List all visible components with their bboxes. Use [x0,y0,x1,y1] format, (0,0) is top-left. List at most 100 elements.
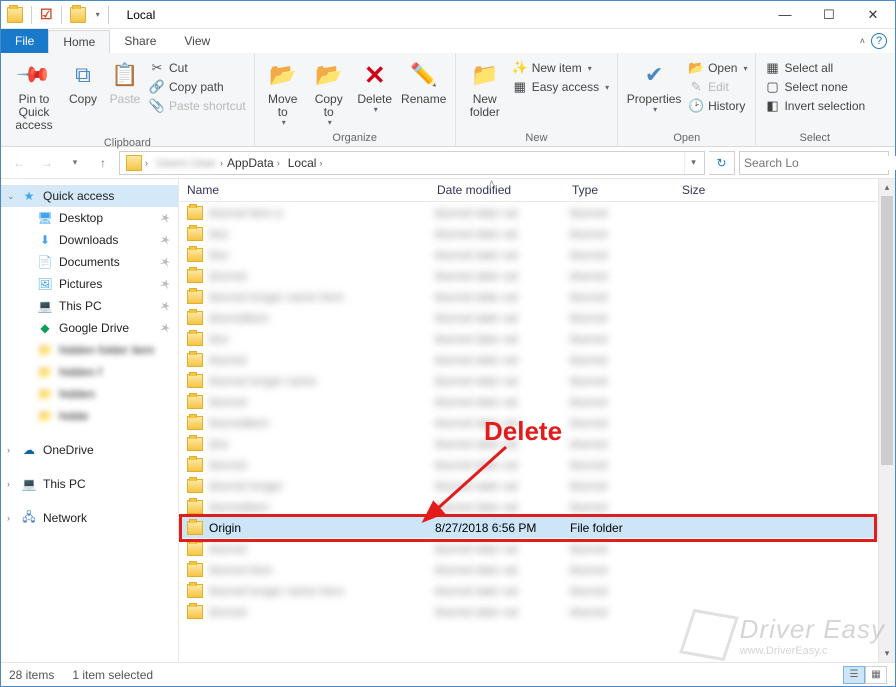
vertical-scrollbar[interactable]: ▴ ▾ [878,179,895,662]
scrollbar-thumb[interactable] [881,196,893,465]
paste-button[interactable]: 📋 Paste [105,57,145,108]
qat-properties-icon[interactable]: ☑ [40,6,53,23]
col-type[interactable]: Type [564,183,674,197]
file-row[interactable]: blurblurred date valblurred [179,223,895,244]
pictures-icon: 🖼 [37,276,53,292]
select-all-button[interactable]: ▦Select all [762,59,867,77]
file-row[interactable]: blurred itemblurred date valblurred [179,559,895,580]
col-date[interactable]: Date modified [429,183,564,197]
history-button[interactable]: 🕑History [686,97,749,115]
delete-button[interactable]: ✕Delete▾ [353,57,397,117]
tab-file[interactable]: File [1,29,48,53]
nav-onedrive[interactable]: ›☁OneDrive [1,439,178,461]
folder-icon [187,479,203,493]
file-row[interactable]: blurred longerblurred date valblurred [179,475,895,496]
column-headers[interactable]: Name ˄ Date modified Type Size [179,179,895,202]
file-row[interactable]: blurredblurred date valblurred [179,601,895,622]
file-row[interactable]: blurredblurred date valblurred [179,538,895,559]
details-view-button[interactable]: ☰ [843,666,865,684]
maximize-button[interactable]: ☐ [807,1,851,29]
edit-button[interactable]: ✎Edit [686,78,749,96]
file-row[interactable]: blurredblurred date valblurred [179,391,895,412]
nav-desktop[interactable]: 🖥Desktop [1,207,178,229]
nav-hidden-1[interactable]: 📁hidden folder item [1,339,178,361]
back-button[interactable]: ← [7,151,31,175]
recent-locations-button[interactable]: ▾ [63,151,87,175]
edit-icon: ✎ [688,79,704,95]
copy-button[interactable]: ⧉ Copy [63,57,103,108]
nav-google-drive[interactable]: ◆Google Drive [1,317,178,339]
new-folder-button[interactable]: 📁New folder [462,57,508,121]
nav-pictures[interactable]: 🖼Pictures [1,273,178,295]
breadcrumb-appdata[interactable]: AppData› [223,156,284,170]
minimize-button[interactable]: — [763,1,807,29]
folder-icon [187,227,203,241]
new-item-button[interactable]: ✨New item▾ [510,59,611,77]
file-row[interactable]: blurreditemblurred date valblurred [179,307,895,328]
nav-hidden-2[interactable]: 📁hidden f [1,361,178,383]
properties-button[interactable]: ✔Properties▾ [624,57,684,117]
move-to-button[interactable]: 📂Move to▾ [261,57,305,130]
nav-hidden-3[interactable]: 📁hidden [1,383,178,405]
copy-path-button[interactable]: 🔗Copy path [147,78,248,96]
search-input[interactable] [744,156,896,170]
copy-to-button[interactable]: 📂Copy to▾ [307,57,351,130]
cut-button[interactable]: ✂Cut [147,59,248,77]
close-button[interactable]: ✕ [851,1,895,29]
address-bar[interactable]: › Users User› AppData› Local› ▾ [119,151,705,175]
nav-quick-access[interactable]: ⌄★Quick access [1,185,178,207]
nav-hidden-4[interactable]: 📁hidde [1,405,178,427]
ribbon-group-organize: 📂Move to▾ 📂Copy to▾ ✕Delete▾ ✏️Rename Or… [255,53,456,146]
breadcrumb-hidden[interactable]: Users User [152,156,220,170]
scroll-up-icon[interactable]: ▴ [879,179,895,196]
nav-thispc2[interactable]: ›💻This PC [1,473,178,495]
file-row[interactable]: blurred longer name hereblurred date val… [179,286,895,307]
refresh-button[interactable]: ↻ [709,151,735,175]
group-label-new: New [462,130,611,144]
file-row[interactable]: blurredblurred date valblurred [179,265,895,286]
select-none-button[interactable]: ▢Select none [762,78,867,96]
forward-button[interactable]: → [35,151,59,175]
annotation-delete-label: Delete [484,416,562,447]
nav-documents[interactable]: 📄Documents [1,251,178,273]
file-row[interactable]: blurred item ablurred date valblurred [179,202,895,223]
rename-button[interactable]: ✏️Rename [399,57,449,108]
file-row[interactable]: blurreditemblurred date valblurred [179,496,895,517]
chevron-down-icon[interactable]: ⌄ [7,191,15,202]
file-row[interactable]: blurredblurred date valblurred [179,454,895,475]
up-button[interactable]: ↑ [91,151,115,175]
file-row[interactable]: blurredblurred date valblurred [179,349,895,370]
qat-newfolder-icon[interactable] [70,7,86,23]
chevron-right-icon[interactable]: › [7,445,10,455]
nav-thispc[interactable]: 💻This PC [1,295,178,317]
chevron-right-icon[interactable]: › [7,479,10,489]
search-box[interactable]: 🔍 [739,151,889,175]
file-row[interactable]: blurred longer nameblurred date valblurr… [179,370,895,391]
help-icon[interactable]: ? [871,33,887,49]
col-size[interactable]: Size [674,183,754,197]
folder-icon [187,311,203,325]
icons-view-button[interactable]: ▦ [865,666,887,684]
chevron-right-icon[interactable]: › [7,513,10,523]
open-button[interactable]: 📂Open▾ [686,59,749,77]
tab-view[interactable]: View [170,29,224,53]
tab-share[interactable]: Share [110,29,170,53]
col-name[interactable]: Name [179,183,429,197]
titlebar: ☑ ▾ Local — ☐ ✕ [1,1,895,29]
scroll-down-icon[interactable]: ▾ [879,645,895,662]
tab-home[interactable]: Home [48,30,110,54]
easy-access-button[interactable]: ▦Easy access▾ [510,78,611,96]
pin-to-quick-access-button[interactable]: 📌 Pin to Quick access [7,57,61,135]
file-row[interactable]: blurblurred date valblurred [179,328,895,349]
invert-selection-button[interactable]: ◧Invert selection [762,97,867,115]
file-row[interactable]: blurred longer name hereblurred date val… [179,580,895,601]
nav-downloads[interactable]: ⬇Downloads [1,229,178,251]
qat-dropdown-icon[interactable]: ▾ [96,10,100,19]
nav-network[interactable]: ›🖧Network [1,507,178,529]
file-row[interactable]: blurblurred date valblurred [179,244,895,265]
file-row-origin[interactable]: Origin 8/27/2018 6:56 PM File folder [179,517,895,538]
paste-shortcut-button[interactable]: 📎Paste shortcut [147,97,248,115]
ribbon-collapse-icon[interactable]: ˄ [860,36,865,46]
address-dropdown-icon[interactable]: ▾ [684,152,702,174]
breadcrumb-local[interactable]: Local› [284,156,327,170]
